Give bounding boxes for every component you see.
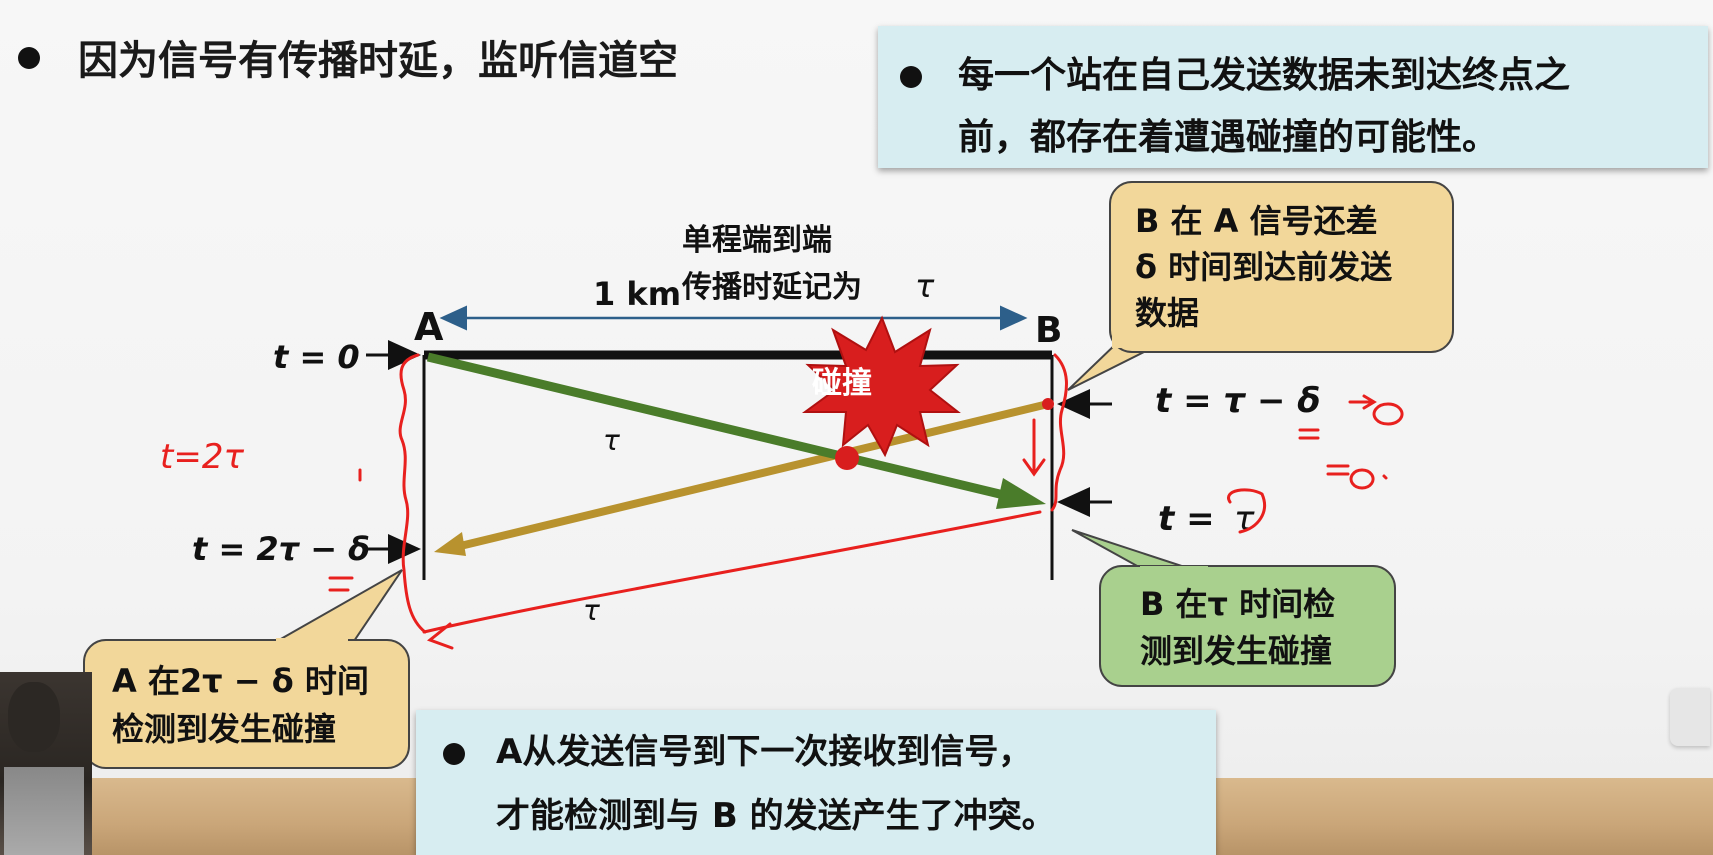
station-b-label: B — [1035, 310, 1062, 351]
time-label-t0: t = 0 — [273, 338, 360, 376]
time-label-tau-prefix: t = — [1158, 499, 1215, 539]
callout-b-detect-line1: B 在τ 时间检 — [1140, 585, 1335, 623]
tau-label-green: τ — [603, 424, 620, 457]
callout-b-detect-line2: 测到发生碰撞 — [1140, 632, 1332, 670]
top-note-line1: 每一个站在自己发送数据未到达终点之 — [958, 55, 1571, 96]
presenter-shirt — [4, 767, 84, 855]
callout-b-send-line1: B 在 A 信号还差 — [1135, 202, 1378, 240]
bullet-icon — [443, 743, 465, 765]
callout-a-detect-line2: 检测到发生碰撞 — [112, 710, 336, 748]
collision-label: 碰撞 — [812, 366, 872, 401]
distance-label: 1 km — [593, 275, 681, 313]
delay-label-line1: 单程端到端 — [682, 223, 832, 258]
callout-a-detect-line1: A 在2τ − δ 时间 — [112, 662, 369, 700]
handwritten-t-eq-2tau: t=2τ — [160, 437, 244, 477]
presenter-head — [8, 682, 60, 752]
bullet-icon — [900, 66, 922, 88]
signal-b-arrowhead — [434, 532, 466, 556]
presenter-video-thumbnail — [0, 672, 92, 855]
time-label-tau: τ — [1234, 499, 1255, 539]
b-send-point — [1042, 398, 1054, 410]
top-note-box: 每一个站在自己发送数据未到达终点之 前，都存在着遭遇碰撞的可能性。 — [878, 26, 1708, 168]
station-a-label: A — [414, 305, 444, 349]
side-panel-toggle-button[interactable] — [1670, 688, 1710, 746]
time-label-tau-minus-delta: t = τ − δ — [1155, 381, 1321, 421]
bottom-note-line1: A从发送信号到下一次接收到信号， — [496, 732, 1033, 772]
callout-b-send: B 在 A 信号还差 δ 时间到达前发送 数据 — [1067, 181, 1454, 391]
time-label-2tau-minus-delta: t = 2τ − δ — [192, 530, 370, 568]
bottom-note-box: A从发送信号到下一次接收到信号， 才能检测到与 B 的发送产生了冲突。 — [416, 710, 1216, 855]
callout-b-send-line3: 数据 — [1135, 294, 1199, 332]
bottom-note-line2: 才能检测到与 B 的发送产生了冲突。 — [496, 796, 1056, 836]
delay-tau-symbol: τ — [915, 267, 935, 305]
callout-b-send-line2: δ 时间到达前发送 — [1135, 248, 1392, 286]
collision-point — [835, 446, 859, 470]
delay-label-line2: 传播时延记为 — [681, 270, 862, 305]
callout-a-detect: A 在2τ − δ 时间 检测到发生碰撞 — [83, 569, 410, 769]
top-note-line2: 前，都存在着遭遇碰撞的可能性。 — [958, 117, 1499, 158]
signal-a-arrowhead — [996, 478, 1046, 509]
callout-b-detect: B 在τ 时间检 测到发生碰撞 — [1071, 529, 1396, 687]
signal-b-to-a — [451, 400, 1049, 552]
